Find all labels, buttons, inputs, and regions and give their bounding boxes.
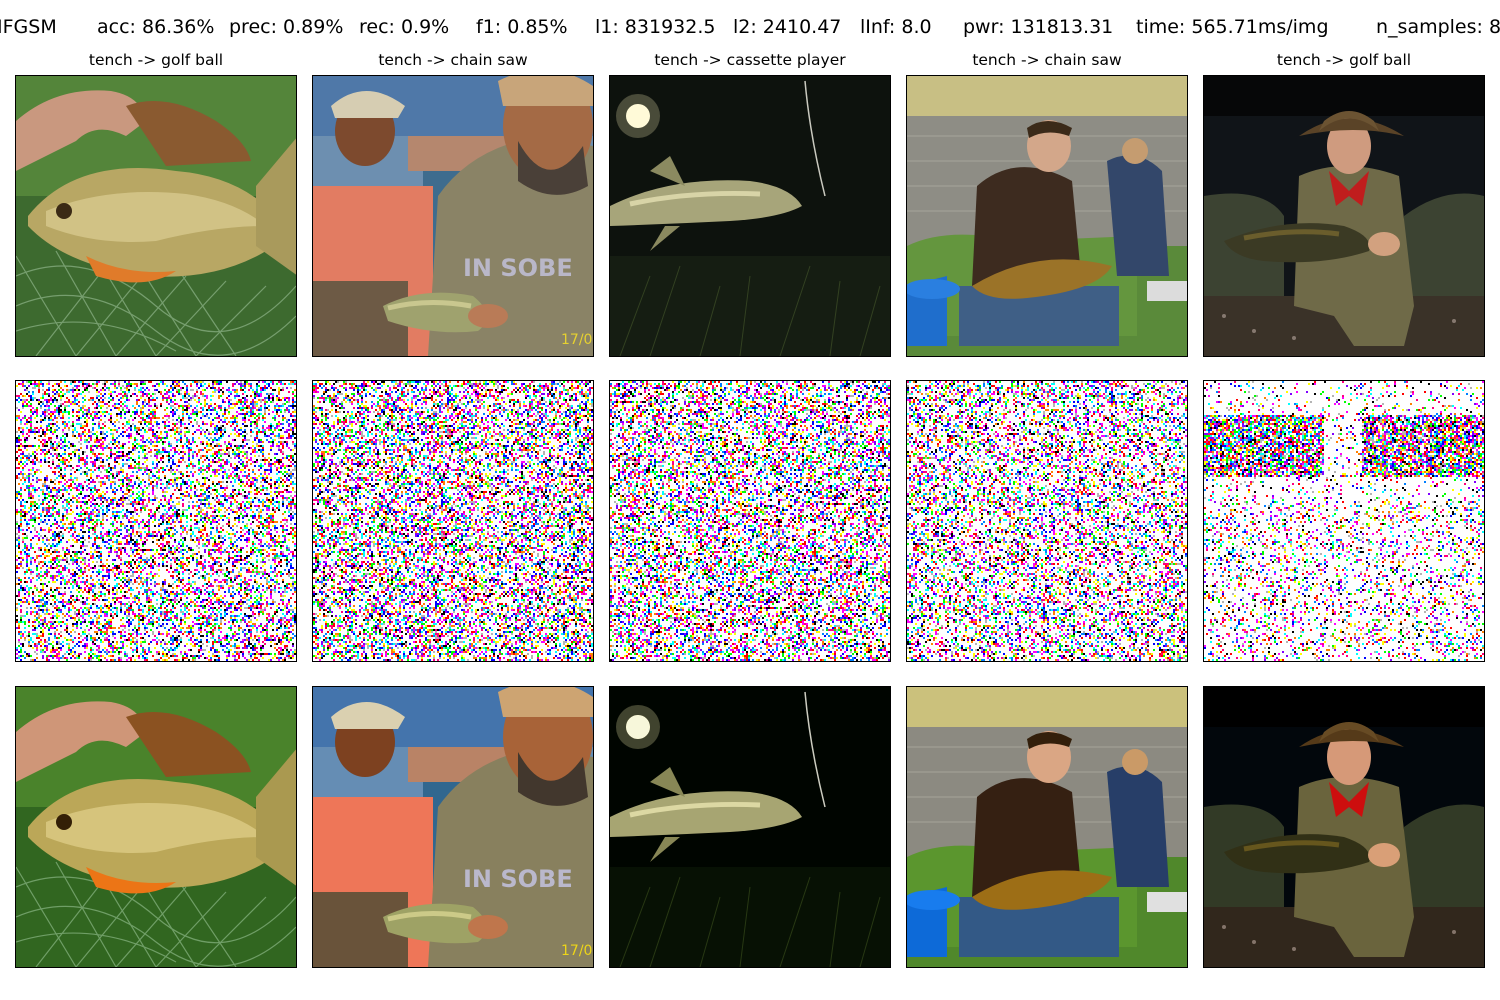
column-title: tench -> golf ball bbox=[1276, 51, 1412, 69]
time-stat: time: 565.71ms/img bbox=[1136, 16, 1329, 38]
perturbation-map bbox=[15, 380, 297, 662]
adversarial-image bbox=[906, 686, 1188, 968]
column-title: tench -> golf ball bbox=[88, 51, 224, 69]
adversarial-image bbox=[15, 686, 297, 968]
recall-stat: rec: 0.9% bbox=[359, 16, 450, 38]
svg-text:17/0: 17/0 bbox=[561, 332, 592, 348]
adversarial-scene bbox=[16, 687, 296, 967]
svg-text:17/0: 17/0 bbox=[561, 943, 592, 959]
f1-stat: f1: 0.85% bbox=[476, 16, 568, 38]
adversarial-scene bbox=[907, 687, 1187, 967]
perturbation-map bbox=[312, 380, 594, 662]
samples-stat: n_samples: 8 bbox=[1376, 16, 1500, 38]
column-title: tench -> chain saw bbox=[972, 51, 1122, 69]
adversarial-image: IN SOBE 17/0 bbox=[312, 686, 594, 968]
adversarial-image bbox=[1203, 686, 1485, 968]
power-stat: pwr: 131813.31 bbox=[963, 16, 1114, 38]
adversarial-scene bbox=[1204, 687, 1484, 967]
perturbation-map bbox=[609, 380, 891, 662]
original-image bbox=[609, 75, 891, 357]
svg-text:IN SOBE: IN SOBE bbox=[463, 865, 573, 893]
l1-stat: l1: 831932.5 bbox=[595, 16, 716, 38]
figure: IFGSM acc: 86.36% prec: 0.89% rec: 0.9% … bbox=[0, 0, 1500, 1000]
column-title: tench -> cassette player bbox=[654, 51, 846, 69]
original-image bbox=[1203, 75, 1485, 357]
perturbation-map bbox=[906, 380, 1188, 662]
l2-stat: l2: 2410.47 bbox=[733, 16, 842, 38]
method-label: IFGSM bbox=[0, 16, 57, 38]
original-image bbox=[906, 75, 1188, 357]
linf-stat: lInf: 8.0 bbox=[860, 16, 932, 38]
accuracy-stat: acc: 86.36% bbox=[97, 16, 215, 38]
original-image: IN SOBE 17/0 bbox=[312, 75, 594, 357]
adversarial-scene bbox=[610, 687, 890, 967]
perturbation-map bbox=[1203, 380, 1485, 662]
original-image bbox=[15, 75, 297, 357]
precision-stat: prec: 0.89% bbox=[229, 16, 344, 38]
column-title: tench -> chain saw bbox=[378, 51, 528, 69]
svg-text:IN SOBE: IN SOBE bbox=[463, 254, 573, 282]
adversarial-scene: IN SOBE 17/0 bbox=[313, 687, 593, 967]
adversarial-image bbox=[609, 686, 891, 968]
